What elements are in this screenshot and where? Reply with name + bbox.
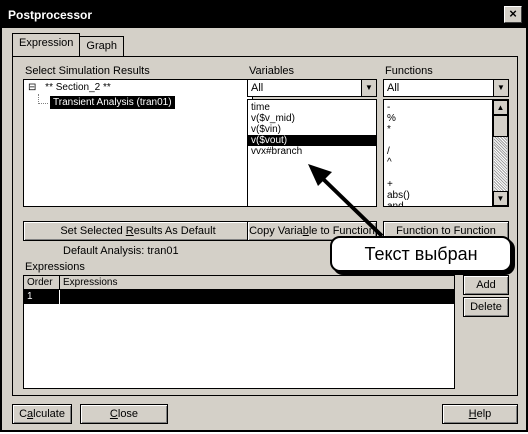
annotation-callout: Текст выбран <box>330 236 512 272</box>
postprocessor-window: Postprocessor × Expression Graph Select … <box>0 0 528 432</box>
callout-arrow <box>308 164 384 238</box>
tab-expression[interactable]: Expression <box>12 33 81 56</box>
arrow-line <box>318 174 384 238</box>
